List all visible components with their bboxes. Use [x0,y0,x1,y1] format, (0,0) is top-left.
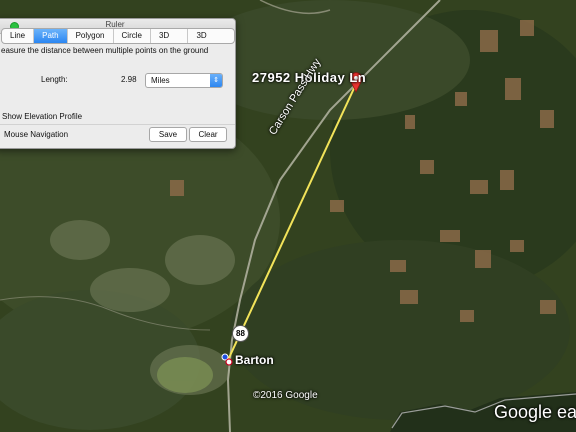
tab-3d-path[interactable]: 3D path [151,29,189,43]
tab-polygon[interactable]: Polygon [68,29,114,43]
barton-marker-icon [225,358,233,366]
units-select-value: Miles [151,76,170,85]
chevron-updown-icon: ⇕ [210,74,222,87]
show-elevation-profile-checkbox[interactable]: Show Elevation Profile [2,112,82,121]
tab-path[interactable]: Path [34,29,68,43]
copyright-text: ©2016 Google [253,390,318,401]
tab-line[interactable]: Line [2,29,35,43]
mode-description: easure the distance between multiple poi… [1,46,209,55]
town-label: Barton [235,353,274,367]
mouse-navigation-checkbox[interactable]: Mouse Navigation [4,130,68,139]
divider [0,124,235,125]
route-shield-icon: 88 [232,325,249,342]
ruler-dialog: Ruler Line Path Polygon Circle 3D path 3… [0,18,236,149]
clear-button[interactable]: Clear [189,127,227,142]
measure-mode-tabs: Line Path Polygon Circle 3D path 3D poly… [1,28,235,44]
length-value: 2.98 [121,75,137,84]
length-label: Length: [41,75,68,84]
units-select[interactable]: Miles ⇕ [145,73,223,88]
save-button[interactable]: Save [149,127,187,142]
google-logo: Google ea [494,402,576,422]
tab-circle[interactable]: Circle [114,29,151,43]
tab-3d-polygon[interactable]: 3D polygon [188,29,234,43]
